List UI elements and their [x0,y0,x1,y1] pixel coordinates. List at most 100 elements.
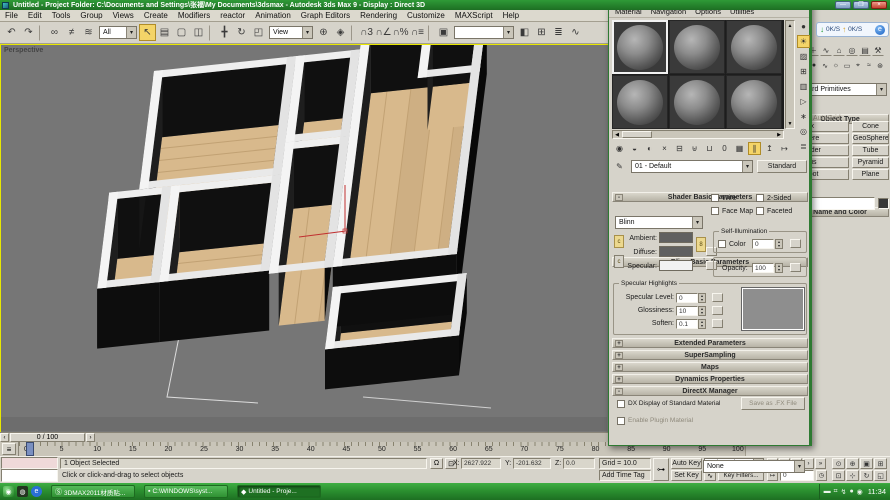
separator[interactable] [39,25,44,41]
show-end-result-icon[interactable]: ∥ [748,142,761,155]
self-illumination-value[interactable]: 0 [752,239,774,249]
opacity-spinner[interactable]: ▴▾ [775,263,783,273]
go-to-parent-icon[interactable]: ↥ [763,142,776,155]
sample-vertical-scrollbar[interactable]: ▲ ▼ [785,20,795,129]
select-and-manipulate-icon[interactable]: ◈ [332,24,349,41]
scroll-left-icon[interactable]: ◀ [613,131,621,138]
menu-item[interactable]: Edit [23,11,47,20]
taskbar-app-button[interactable]: Ⓢ 3DMAX2011材质贴... [51,485,135,498]
selection-filter-dropdown[interactable]: All [99,26,137,39]
select-and-scale-icon[interactable]: ◰ [250,24,267,41]
selection-region-icon[interactable]: ▢ [173,24,190,41]
mini-curve-editor-icon[interactable]: ≡ [2,443,16,455]
scroll-right-icon[interactable]: ▶ [775,131,783,138]
menu-item[interactable]: Modifiers [173,11,215,20]
category-helpers-icon[interactable]: ⌖ [853,60,863,71]
named-selection-dropdown[interactable] [454,26,514,39]
maxscript-mini-listener-white[interactable] [1,469,58,482]
material-sample-slot[interactable] [612,20,668,74]
menu-item[interactable]: Create [139,11,173,20]
scroll-thumb[interactable] [622,131,652,138]
viewport-label[interactable]: Perspective [4,47,43,54]
tray-security-icon[interactable]: ◉ [857,488,863,496]
specular-color-swatch[interactable] [659,260,693,271]
layer-manager-icon[interactable]: ≣ [550,24,567,41]
make-unique-icon[interactable]: ⊎ [688,142,701,155]
tab-utilities[interactable]: ⚒ [872,44,884,56]
time-configuration-icon[interactable]: ◷ [816,470,827,481]
maximize-viewport-icon[interactable]: ◱ [874,470,887,481]
put-to-scene-icon[interactable]: ◒ [628,142,641,155]
tray-messenger-icon[interactable]: ● [849,488,853,496]
maxscript-mini-listener-pink[interactable] [1,457,58,469]
tab-hierarchy[interactable]: ⌂ [833,44,845,56]
shader-type-dropdown[interactable]: Blinn [615,216,703,229]
category-lights-icon[interactable]: ☼ [831,60,841,71]
material-sample-slot[interactable] [612,75,668,129]
time-slider-prev-arrow[interactable]: ‹ [0,433,9,442]
rollout-header[interactable]: +Dynamics Properties [612,374,808,384]
assign-to-selection-icon[interactable]: ◐ [643,142,656,155]
parameter-value[interactable]: 10 [676,306,698,316]
category-shapes-icon[interactable]: ∿ [820,60,830,71]
primitive-button[interactable]: Plane [852,169,889,180]
scroll-up-icon[interactable]: ▲ [786,21,794,30]
sample-uv-tiling-icon[interactable]: ⊞ [797,65,810,78]
material-sample-slot[interactable] [726,20,782,74]
material-map-navigator-icon[interactable]: ≣ [797,140,810,153]
y-coordinate-field[interactable]: -201.632 [513,458,551,469]
faceted-checkbox[interactable] [756,207,764,215]
percent-snap-icon[interactable]: ∩% [392,24,409,41]
menu-item[interactable]: Rendering [355,11,402,20]
menu-item[interactable]: Tools [47,11,76,20]
go-forward-sibling-icon[interactable]: ↦ [778,142,791,155]
menu-item[interactable]: Customize [402,11,450,20]
opacity-value[interactable]: 100 [752,263,774,273]
close-button[interactable]: × [871,1,887,9]
parameter-map-button[interactable] [712,293,723,302]
select-and-link-icon[interactable]: ∞ [46,24,63,41]
opacity-map-button[interactable] [790,263,801,272]
self-illumination-spinner[interactable]: ▴▾ [775,239,783,249]
frame-marker[interactable] [26,442,34,456]
object-color-swatch[interactable] [878,198,889,209]
auto-key-button[interactable]: Auto Key [671,458,702,469]
region-zoom-icon[interactable]: ⊡ [832,470,845,481]
tab-modify[interactable]: ∿ [820,44,832,56]
x-coordinate-field[interactable]: 2627.922 [461,458,501,469]
time-slider-next-arrow[interactable]: › [86,433,95,442]
menu-item[interactable]: reactor [215,11,250,20]
rollout-header[interactable]: +Maps [612,362,808,372]
make-preview-icon[interactable]: ▷ [797,95,810,108]
perspective-viewport[interactable]: Perspective [0,44,609,433]
parameter-map-button[interactable] [712,306,723,315]
viewport-canvas[interactable] [1,45,607,431]
separator[interactable] [209,25,214,41]
pan-icon[interactable]: ⊹ [846,470,859,481]
put-to-library-icon[interactable]: ⊔ [703,142,716,155]
zoom-icon[interactable]: ⊙ [832,458,845,469]
select-object-icon[interactable]: ↖ [139,24,156,41]
ie-icon[interactable]: e [31,486,42,497]
unlink-selection-icon[interactable]: ≠ [63,24,80,41]
category-space-warps-icon[interactable]: ≈ [864,60,874,71]
tray-network-icon[interactable]: ⌗ [834,488,838,496]
z-coordinate-field[interactable]: 0.0 [563,458,595,469]
primitive-button[interactable]: Pyramid [852,157,889,168]
select-and-rotate-icon[interactable]: ↻ [233,24,250,41]
redo-icon[interactable]: ↷ [20,24,37,41]
rollout-header[interactable]: +SuperSampling [612,350,808,360]
ambient-color-swatch[interactable] [659,232,693,243]
primitive-button[interactable]: Cone [852,121,889,132]
undo-icon[interactable]: ↶ [3,24,20,41]
category-systems-icon[interactable]: ⊛ [875,60,885,71]
separator[interactable] [351,25,356,41]
sample-horizontal-scrollbar[interactable]: ◀ ▶ [612,130,784,139]
show-map-in-viewport-icon[interactable]: ▦ [733,142,746,155]
rollout-header[interactable]: +Extended Parameters [612,338,808,348]
get-material-icon[interactable]: ◉ [613,142,626,155]
taskbar-clock[interactable]: 11:34 [868,487,886,496]
media-player-icon[interactable]: ◍ [17,486,28,497]
material-sample-slot[interactable] [669,75,725,129]
plugin-material-dropdown[interactable]: None [703,460,805,473]
